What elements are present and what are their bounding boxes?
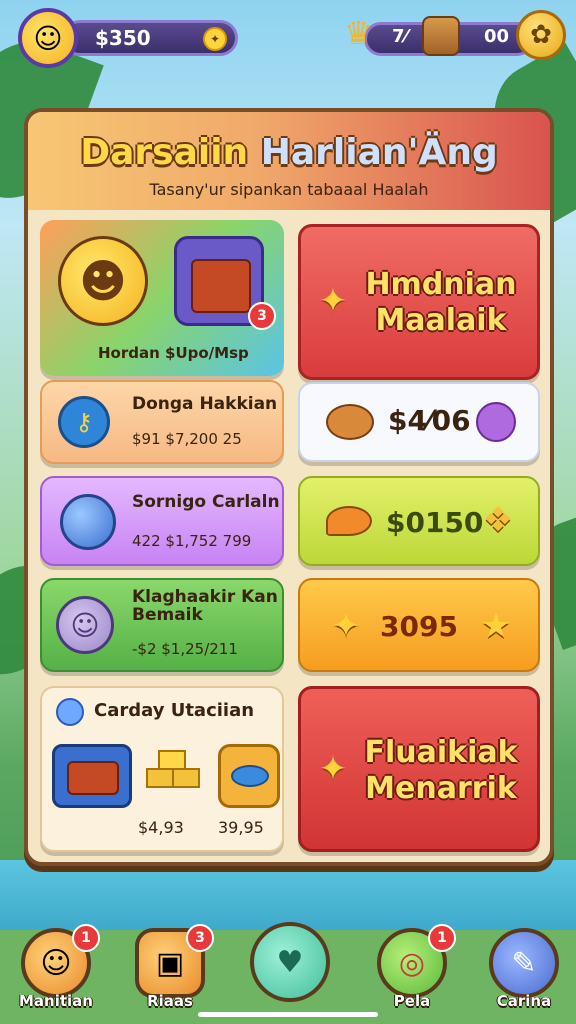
trophy-icon: ♛	[344, 14, 373, 52]
carday-price-1: $4,93	[138, 818, 184, 837]
price-card-bread[interactable]: $4⁄06	[298, 382, 540, 462]
panel-header: Darsaiin Harlian'Äng Tasany'ur sipankan …	[28, 112, 550, 210]
nav-label-carina: Carina	[496, 992, 552, 1010]
panel-title: Darsaiin Harlian'Äng	[28, 132, 550, 173]
special-offer-button-top[interactable]: ✦ Hmdnian Maalaik	[298, 224, 540, 380]
gold-star-icon-left: ✦	[331, 606, 361, 646]
player-hud: ☺ $350 ✦	[18, 8, 238, 68]
star-price: 3095	[380, 610, 458, 643]
coin-icon: ✦	[203, 27, 227, 51]
carrot-price: $0150	[386, 506, 484, 539]
shop-panel: Darsaiin Harlian'Äng Tasany'ur sipankan …	[24, 108, 554, 866]
nav-home[interactable]: ♥	[250, 922, 330, 1004]
special-offer-button-bottom[interactable]: ✦ Fluaikiak Menarrik	[298, 686, 540, 852]
mascot-character-icon: ☻	[58, 236, 148, 326]
offer-price-sornigo: 422 $1,752 799	[132, 532, 252, 550]
settings-gear-icon[interactable]: ✿	[516, 10, 566, 60]
treasure-chest-icon	[52, 744, 132, 808]
trophy-count: 7⁄	[392, 26, 408, 47]
gem-icon	[56, 698, 84, 726]
nav-label-manitian: Manitian	[19, 992, 93, 1010]
price-card-carrot[interactable]: $0150 ❖	[298, 476, 540, 566]
nav-badge-manitian: 1	[72, 924, 100, 952]
nav-manitian[interactable]: ☺ 1 Manitian	[18, 924, 100, 1010]
carrot-icon	[326, 506, 372, 536]
nav-carina[interactable]: ✎ Carina	[486, 928, 562, 1010]
heart-nav-icon: ♥	[250, 922, 330, 1002]
resource-hud: ♛ 7⁄ 00 ✿	[344, 10, 566, 66]
chest-icon[interactable]	[422, 16, 460, 56]
offer-title-donga: Donga Hakkian	[132, 394, 278, 414]
special-offer-bottom-line2: Menarrik	[365, 771, 517, 806]
gold-star-icon-right: ★	[480, 606, 512, 646]
offer-card-klaghaakir[interactable]: ☺ Klaghaakir Kan Bemaik -$2 $1,25/211	[40, 578, 284, 672]
key-icon: ⚷	[58, 396, 110, 448]
special-offer-line1: Hmdnian	[365, 267, 517, 302]
coin-amount: $350	[95, 26, 151, 50]
pet-creature-icon: ☺	[56, 596, 114, 654]
special-offer-line2: Maalaik	[375, 303, 507, 338]
fish-item-icon	[218, 744, 280, 808]
nav-label-riaas: Riaas	[147, 992, 193, 1010]
nav-label-pela: Pela	[393, 992, 431, 1010]
bread-icon	[326, 404, 374, 440]
bundle-count-badge: 3	[248, 302, 276, 330]
nav-badge-pela: 1	[428, 924, 456, 952]
offer-card-donga[interactable]: ⚷ Donga Hakkian $91 $7,200 25	[40, 380, 284, 464]
offer-price-donga: $91 $7,200 25	[132, 430, 242, 448]
coin-counter[interactable]: $350 ✦	[62, 20, 238, 56]
home-indicator[interactable]	[198, 1012, 378, 1017]
offer-title-carday: Carday Utaciian	[94, 700, 255, 721]
carday-price-2: 39,95	[218, 818, 264, 837]
bread-price: $4⁄06	[388, 404, 471, 437]
featured-bundle-label: Hordan $Upo/Msp	[98, 344, 249, 362]
nav-badge-riaas: 3	[186, 924, 214, 952]
panel-subtitle: Tasany'ur sipankan tabaaal Haalah	[149, 180, 429, 199]
star-icon-bottom: ✦	[318, 749, 348, 789]
purple-potion-icon	[476, 402, 516, 442]
blue-orb-icon	[60, 494, 116, 550]
special-offer-bottom-line1: Fluaikiak	[364, 735, 518, 770]
nav-pela[interactable]: ◎ 1 Pela	[374, 924, 456, 1010]
gold-bars-icon	[146, 748, 206, 806]
player-avatar[interactable]: ☺	[18, 8, 78, 68]
gold-leaf-icon: ❖	[482, 500, 514, 540]
offer-card-sornigo[interactable]: Sornigo Carlaln 422 $1,752 799	[40, 476, 284, 566]
panel-title-part1: Darsaiin	[80, 132, 261, 173]
nav-riaas[interactable]: ▣ 3 Riaas	[132, 924, 214, 1010]
offer-card-carday[interactable]: Carday Utaciian $4,93 39,95	[40, 686, 284, 852]
map-nav-icon: ✎	[489, 928, 559, 998]
offer-title-klaghaakir: Klaghaakir Kan Bemaik	[132, 587, 278, 625]
star-icon: ✦	[318, 281, 348, 321]
price-card-star[interactable]: ✦ 3095 ★	[298, 578, 540, 672]
panel-title-part2: Harlian'Äng	[260, 132, 498, 173]
featured-bundle-card[interactable]: ☻ 3 Hordan $Upo/Msp	[40, 220, 284, 376]
offer-price-klaghaakir: -$2 $1,25/211	[132, 640, 238, 658]
chest-count: 00	[484, 26, 510, 47]
offer-title-sornigo: Sornigo Carlaln	[132, 492, 280, 512]
